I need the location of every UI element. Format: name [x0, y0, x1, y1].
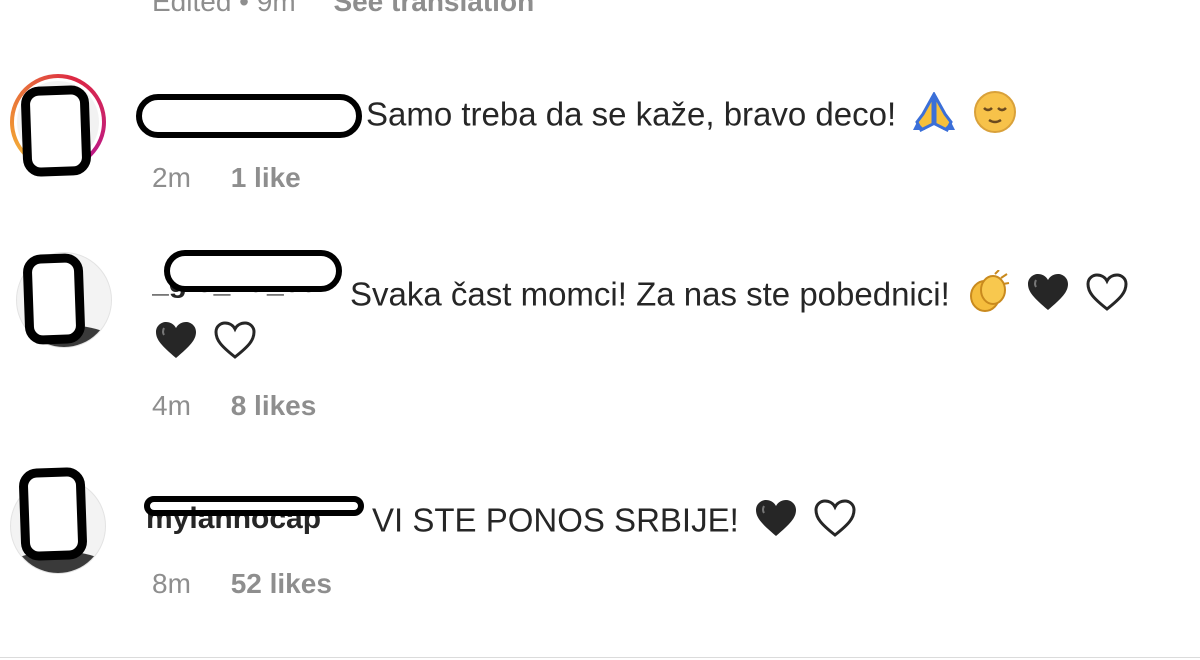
edited-label: Edited • 9m: [152, 0, 296, 17]
username-redaction: [164, 250, 342, 292]
previous-comment-meta: Edited • 9m See translation: [152, 0, 534, 18]
comment-body: Samo treba da se kaže, bravo deco!: [366, 95, 897, 133]
folded-hands-icon: [911, 90, 957, 142]
black-heart-icon: [154, 320, 198, 370]
divider: [0, 657, 1200, 658]
comment-text-continued: [150, 320, 257, 370]
black-heart-icon: [754, 498, 798, 548]
avatar-redaction: [22, 252, 86, 346]
likes-count[interactable]: 1 like: [231, 162, 301, 193]
username-redaction: [144, 496, 364, 516]
comment-text: Svaka čast momci! Za nas ste pobednici!: [350, 269, 1129, 324]
see-translation-link[interactable]: See translation: [333, 0, 534, 17]
comment-meta: 4m 8 likes: [152, 390, 316, 422]
comment-meta: 8m 52 likes: [152, 568, 332, 600]
username-redaction[interactable]: [136, 94, 362, 138]
comment-time: 2m: [152, 162, 191, 193]
comment-text: VI STE PONOS SRBIJE!: [372, 498, 857, 548]
comment-body: Svaka čast momci! Za nas ste pobednici!: [350, 275, 950, 313]
comment-meta: 2m 1 like: [152, 162, 301, 194]
black-heart-icon: [1026, 272, 1070, 322]
white-heart-icon: [1085, 272, 1129, 322]
likes-count[interactable]: 52 likes: [231, 568, 332, 599]
relieved-face-icon: [973, 90, 1017, 144]
avatar-redaction: [18, 466, 88, 562]
comment-time: 8m: [152, 568, 191, 599]
white-heart-icon: [813, 498, 857, 548]
white-heart-icon: [213, 320, 257, 370]
clapping-hands-icon: [965, 269, 1011, 324]
comments-panel: Edited • 9m See translation Samo treba d…: [0, 0, 1200, 660]
comment-body: VI STE PONOS SRBIJE!: [372, 501, 739, 539]
avatar-redaction: [20, 84, 92, 178]
comment-time: 4m: [152, 390, 191, 421]
comment-text: Samo treba da se kaže, bravo deco!: [366, 90, 1017, 144]
likes-count[interactable]: 8 likes: [231, 390, 317, 421]
